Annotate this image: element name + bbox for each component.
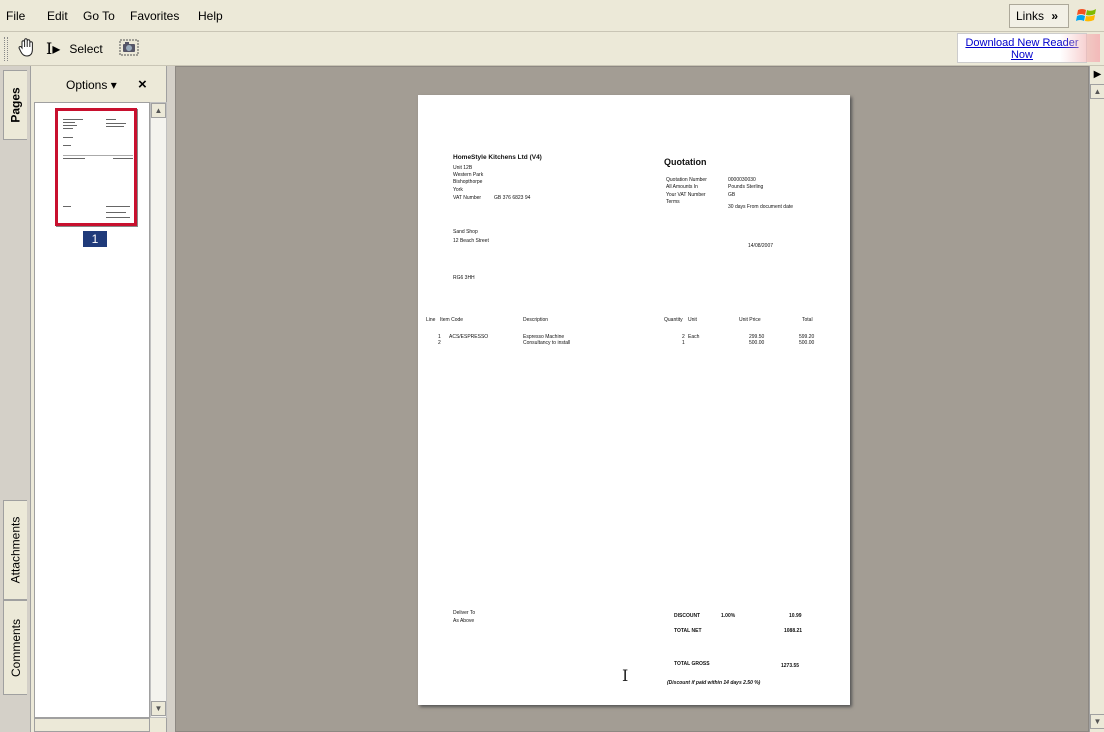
address-line: Western Park [453,172,484,178]
tab-comments[interactable]: Comments [3,600,27,695]
toolbar-grip[interactable] [4,37,8,61]
total-gross-value: 1273.55 [781,663,800,669]
links-button[interactable]: Links » [1009,4,1069,28]
select-label: Select [69,42,103,56]
tab-comments-label: Comments [8,618,23,677]
menu-goto[interactable]: Go To [83,9,115,23]
row-quantity: 1 [682,340,685,346]
row-code: ACS/ESPRESSO [449,334,489,340]
info-value: 30 days From document date [728,204,794,210]
thumbnail-scrollbar[interactable]: ▲ ▼ [150,102,167,718]
links-chevron-icon: » [1051,9,1059,23]
address-line: Unit 12B [453,165,473,171]
panel-splitter[interactable] [167,66,175,732]
hand-tool-button[interactable] [16,36,42,62]
doc-scroll-down-arrow-icon[interactable]: ▼ [1090,714,1104,729]
doc-scroll-up-arrow-icon[interactable]: ▲ [1090,84,1104,99]
vat-value: GB 376 6823 94 [494,195,531,201]
tab-attachments[interactable]: Attachments [3,500,27,600]
document-scrollbar[interactable]: ▶ ▲ ▼ [1089,66,1104,732]
discount-value: 10.99 [789,613,802,619]
hand-icon [18,38,33,57]
customer-line: Sand Shop [453,229,478,235]
customer-line: 12 Beach Street [453,238,489,244]
text-cursor-icon: I [622,666,629,685]
info-value: 0000030030 [728,177,756,183]
windows-logo-icon [1076,9,1096,22]
row-price: 500.00 [749,340,765,346]
discount-label: DISCOUNT [674,613,701,619]
menu-favorites[interactable]: Favorites [130,9,179,23]
document-date: 14/08/2007 [748,243,774,249]
page-number-label[interactable]: 1 [83,231,107,247]
header-quantity: Quantity [664,317,683,323]
options-label: Options [66,78,108,92]
row-description: Consultancy to install [523,340,571,346]
info-label: Terms [666,199,680,205]
download-line-2: Now [1010,49,1033,61]
info-label: Your VAT Number [666,192,706,198]
links-label: Links [1016,9,1045,23]
menu-bar: File Edit Go To Favorites Help Links » [0,0,1104,32]
row-unit: Each [688,334,700,340]
header-line: Line [426,317,436,323]
customer-postcode: RG6 3HH [453,275,475,281]
row-total: 500.00 [799,340,815,346]
info-value: Pounds Sterling [728,184,764,190]
expand-pane-arrow-icon[interactable]: ▶ [1090,68,1104,83]
header-total: Total [802,317,813,323]
discount-footnote: (Discount if paid within 14 days 2.50 %) [667,680,761,686]
deliver-to-value: As Above [453,618,475,624]
company-name: HomeStyle Kitchens Ltd (V4) [453,154,542,161]
vat-label: VAT Number [453,195,482,201]
scroll-up-arrow-icon[interactable]: ▲ [151,103,166,118]
address-line: Bishopthorpe [453,179,483,185]
info-label: All Amounts In [666,184,698,190]
total-net-value: 1088.21 [784,628,803,634]
page-thumbnail[interactable] [55,108,137,226]
menu-edit[interactable]: Edit [47,9,68,23]
thumbnail-horizontal-scrollbar[interactable] [34,718,150,732]
download-banner-decoration [1060,34,1100,62]
deliver-to-label: Deliver To [453,610,476,616]
header-item-code: Item Code [440,317,464,323]
menu-file[interactable]: File [6,9,25,23]
text-select-icon: I▸ [46,39,61,58]
total-gross-label: TOTAL GROSS [674,661,710,667]
row-line: 2 [438,340,441,346]
document-page: HomeStyle Kitchens Ltd (V4) Unit 12B Wes… [418,95,850,705]
toolbar: I▸ Select [0,32,1104,66]
close-panel-icon[interactable]: × [138,76,147,93]
tab-pages-label: Pages [8,87,23,123]
discount-percent: 1.00% [721,613,736,619]
snapshot-tool-button[interactable] [118,36,142,62]
scroll-down-arrow-icon[interactable]: ▼ [151,701,166,716]
info-value: GB [728,192,736,198]
options-menu[interactable]: Options ▾ [66,78,117,92]
address-line: York [453,187,463,193]
header-unit-price: Unit Price [739,317,761,323]
tab-pages[interactable]: Pages [3,70,27,140]
header-unit: Unit [688,317,697,323]
document-title: Quotation [664,157,707,167]
options-dropdown-icon: ▾ [110,78,117,92]
info-label: Quotation Number [666,177,707,183]
menu-help[interactable]: Help [198,9,223,23]
tab-attachments-label: Attachments [8,516,23,584]
select-tool-button[interactable]: I▸ Select [46,36,112,62]
camera-icon [119,39,139,56]
header-description: Description [523,317,549,323]
total-net-label: TOTAL NET [674,628,702,634]
